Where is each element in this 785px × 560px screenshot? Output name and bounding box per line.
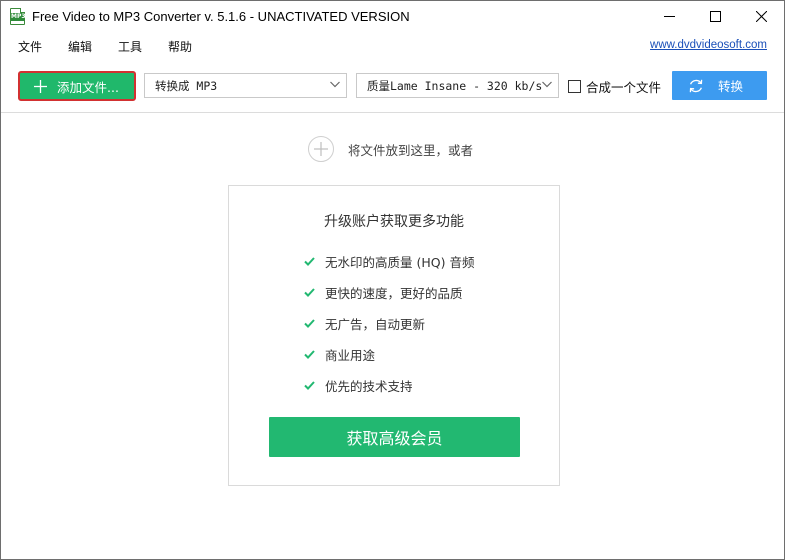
quality-select[interactable]: 质量Lame Insane - 320 kb/s	[356, 73, 559, 98]
feature-item: 无广告，自动更新	[304, 314, 425, 333]
merge-label: 合成一个文件	[586, 80, 662, 95]
add-files-label: 添加文件...	[57, 79, 119, 95]
close-button[interactable]	[738, 1, 784, 32]
convert-button[interactable]: 转换	[672, 71, 767, 100]
app-window: MP3 Free Video to MP3 Converter v. 5.1.6…	[0, 0, 785, 560]
menu-file[interactable]: 文件	[18, 38, 42, 55]
feature-item: 更快的速度，更好的品质	[304, 283, 463, 302]
refresh-icon	[689, 79, 703, 92]
convert-label: 转换	[718, 79, 744, 94]
maximize-button[interactable]	[692, 1, 738, 32]
chevron-down-icon	[330, 81, 340, 88]
upgrade-panel: 升级账户获取更多功能 无水印的高质量 (HQ) 音频 更快的速度，更好的品质 无…	[228, 185, 560, 486]
plus-icon	[34, 79, 47, 93]
dropzone[interactable]: 将文件放到这里，或者	[308, 136, 473, 162]
feature-item: 无水印的高质量 (HQ) 音频	[304, 252, 474, 271]
format-select[interactable]: 转换成 MP3	[144, 73, 347, 98]
toolbar: 添加文件... 转换成 MP3 质量Lame Insane - 320 kb/s…	[1, 61, 784, 113]
chevron-down-icon	[542, 81, 552, 88]
merge-checkbox[interactable]	[568, 80, 581, 93]
minimize-icon	[663, 16, 675, 17]
format-select-value: 转换成 MP3	[155, 78, 218, 93]
feature-item: 优先的技术支持	[304, 376, 413, 395]
merge-option[interactable]: 合成一个文件	[568, 77, 661, 96]
add-circle-icon[interactable]	[308, 136, 334, 162]
minimize-button[interactable]	[646, 1, 692, 32]
title-bar[interactable]: MP3 Free Video to MP3 Converter v. 5.1.6…	[1, 1, 784, 32]
window-title: Free Video to MP3 Converter v. 5.1.6 - U…	[32, 9, 410, 24]
maximize-icon	[709, 11, 721, 22]
menu-edit[interactable]: 编辑	[68, 38, 92, 55]
quality-select-value: 质量Lame Insane - 320 kb/s	[367, 78, 543, 93]
menu-bar: 文件 编辑 工具 帮助 www.dvdvideosoft.com	[1, 32, 784, 57]
dropzone-label: 将文件放到这里，或者	[348, 142, 474, 158]
app-logo-icon: MP3	[10, 8, 26, 25]
feature-item: 商业用途	[304, 345, 375, 364]
menu-help[interactable]: 帮助	[168, 38, 192, 55]
check-icon	[304, 288, 315, 297]
get-premium-button[interactable]: 获取高级会员	[269, 417, 520, 457]
check-icon	[304, 350, 315, 359]
menu-tools[interactable]: 工具	[118, 38, 142, 55]
close-icon	[755, 11, 767, 22]
check-icon	[304, 381, 315, 390]
check-icon	[304, 257, 315, 266]
add-files-button[interactable]: 添加文件...	[18, 71, 136, 101]
website-link[interactable]: www.dvdvideosoft.com	[650, 39, 767, 51]
upgrade-title: 升级账户获取更多功能	[324, 214, 464, 230]
check-icon	[304, 319, 315, 328]
